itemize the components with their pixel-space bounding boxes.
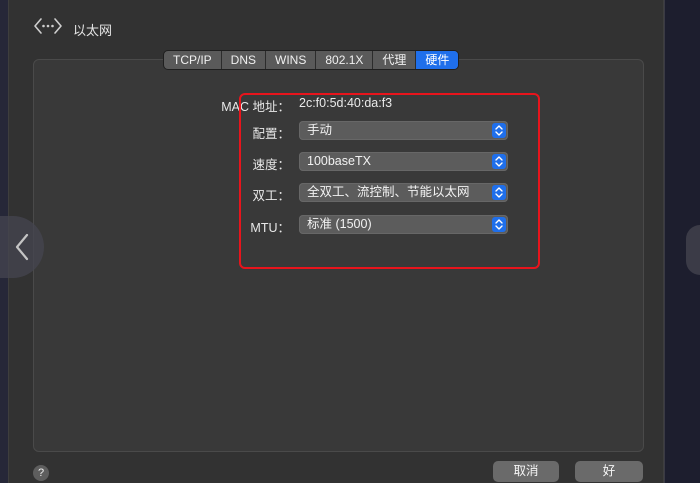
speed-select[interactable]: 100baseTX [299, 152, 508, 171]
duplex-select[interactable]: 全双工、流控制、节能以太网 [299, 183, 508, 202]
chevron-updown-icon [492, 217, 506, 232]
speed-label: 速度： [252, 158, 290, 172]
settings-panel [33, 59, 644, 452]
tab-proxy[interactable]: 代理 [373, 51, 417, 69]
tab-bar: TCP/IP DNS WINS 802.1X 代理 硬件 [163, 50, 460, 70]
duplex-select-value: 全双工、流控制、节能以太网 [307, 185, 470, 199]
tab-hardware[interactable]: 硬件 [416, 51, 459, 69]
mac-address-value: 2c:f0:5d:40:da:f3 [299, 96, 393, 110]
chevron-updown-icon [492, 154, 506, 169]
speed-select-value: 100baseTX [307, 154, 371, 168]
tab-wins[interactable]: WINS [266, 51, 317, 69]
mac-address-label: MAC 地址： [221, 100, 290, 114]
mtu-select[interactable]: 标准 (1500) [299, 215, 508, 234]
cancel-button[interactable]: 取消 [493, 461, 559, 482]
chevron-updown-icon [492, 123, 506, 138]
titlebar: 以太网 [9, 0, 663, 52]
next-page-handle[interactable] [686, 225, 700, 275]
mtu-label: MTU： [250, 221, 290, 235]
mtu-select-value: 标准 (1500) [307, 217, 372, 231]
configure-select-value: 手动 [307, 123, 333, 137]
tab-dns[interactable]: DNS [222, 51, 267, 69]
tab-tcpip[interactable]: TCP/IP [164, 51, 222, 69]
chevron-updown-icon [492, 185, 506, 200]
configure-label: 配置： [252, 127, 290, 141]
network-ethernet-icon [33, 16, 63, 36]
window-title: 以太网 [73, 24, 113, 39]
ok-button[interactable]: 好 [575, 461, 643, 482]
duplex-label: 双工： [252, 189, 290, 203]
configure-select[interactable]: 手动 [299, 121, 508, 140]
network-settings-window: 以太网 [8, 0, 664, 483]
help-button[interactable]: ? [33, 465, 49, 481]
tab-8021x[interactable]: 802.1X [316, 51, 374, 69]
